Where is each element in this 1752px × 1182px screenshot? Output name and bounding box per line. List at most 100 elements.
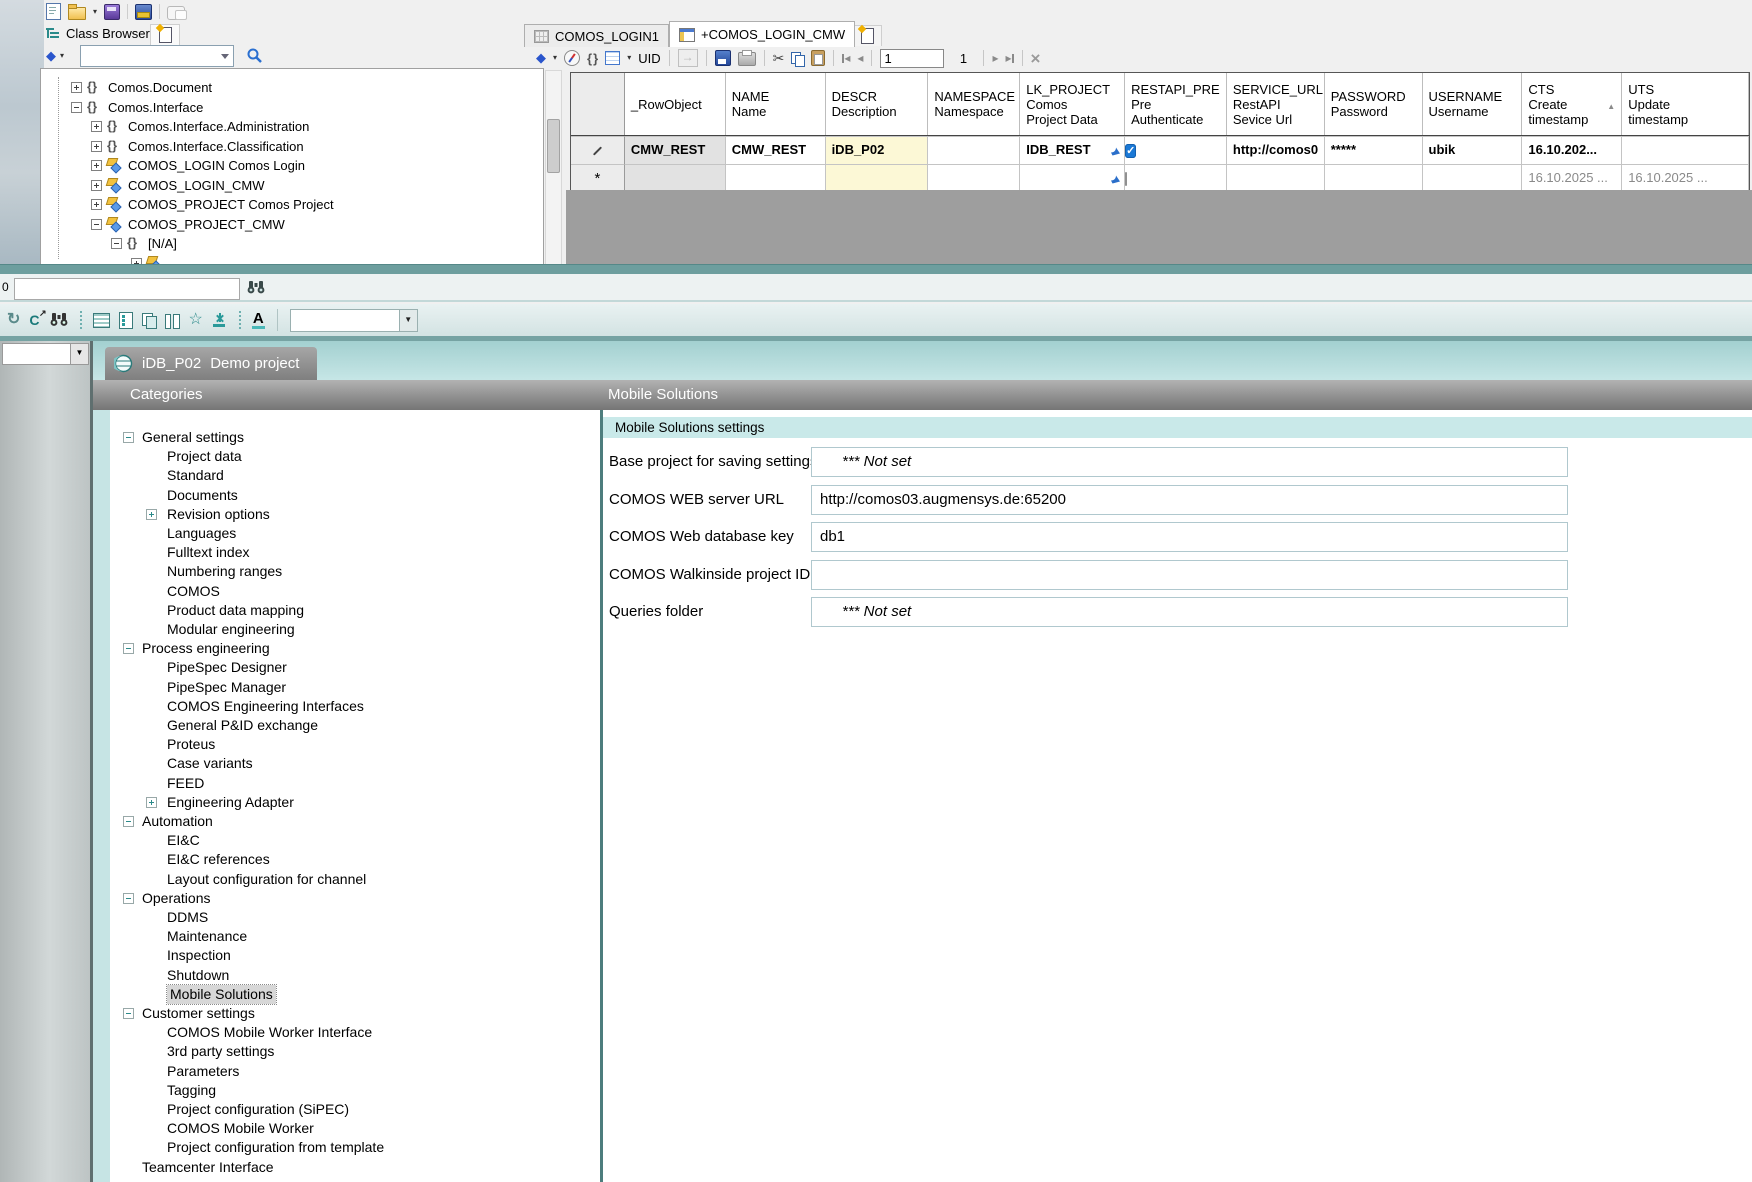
grid-cell[interactable]: ubik (1423, 136, 1523, 164)
query-tab[interactable]: +COMOS_LOGIN_CMW (669, 21, 855, 47)
expand-plus-icon[interactable] (91, 199, 102, 210)
category-item[interactable]: COMOS Mobile Worker Interface (93, 1023, 600, 1042)
collapse-minus-icon[interactable] (91, 219, 102, 230)
grid-cell[interactable] (1020, 164, 1125, 192)
category-item[interactable]: Operations (93, 889, 600, 908)
expand-plus-icon[interactable] (91, 160, 102, 171)
diamond-dropdown-icon[interactable]: ▾ (553, 54, 557, 62)
class-tree-item[interactable]: COMOS_LOGIN Comos Login (41, 157, 543, 175)
category-item[interactable]: Numbering ranges (93, 562, 600, 581)
grid-cell[interactable] (1622, 136, 1749, 164)
class-tree-item[interactable]: {}[N/A] (41, 235, 543, 253)
collapse-minus-icon[interactable] (123, 643, 134, 654)
grid-cell[interactable]: CMW_REST (625, 136, 726, 164)
expand-plus-icon[interactable] (146, 797, 157, 808)
row-position-input[interactable] (880, 49, 944, 68)
category-item[interactable]: FEED (93, 774, 600, 793)
category-item[interactable]: Standard (93, 466, 600, 485)
class-tree-item[interactable]: {}Comos.Interface.Classification (41, 138, 543, 156)
category-item[interactable]: Layout configuration for channel (93, 870, 600, 889)
save-layout-icon[interactable] (135, 4, 152, 20)
category-item[interactable]: Fulltext index (93, 543, 600, 562)
grid-cell[interactable]: 16.10.2025 ... (1622, 164, 1749, 192)
grid-cell[interactable]: IDB_REST (1020, 136, 1125, 164)
flatten-icon[interactable] (212, 313, 228, 327)
category-item[interactable]: Case variants (93, 754, 600, 773)
category-item[interactable]: Languages (93, 524, 600, 543)
category-item[interactable]: Process engineering (93, 639, 600, 658)
grid-column-header[interactable]: NAMESPACENamespace (928, 73, 1020, 135)
settings-field-input[interactable]: *** Not set (811, 447, 1568, 477)
checkbox-checked[interactable]: ✓ (1125, 144, 1136, 158)
category-item[interactable]: Revision options (93, 505, 600, 524)
favorites-star-icon[interactable]: ☆ (189, 312, 203, 328)
paste-icon[interactable] (811, 50, 825, 66)
grid-row[interactable]: CMW_RESTCMW_RESTiDB_P02IDB_REST✓http://c… (571, 136, 1749, 164)
expand-plus-icon[interactable] (146, 509, 157, 520)
grid-row-selector[interactable] (571, 136, 625, 164)
category-item[interactable]: Documents (93, 486, 600, 505)
save-icon[interactable] (715, 50, 731, 66)
grid-cell[interactable]: ***** (1325, 136, 1423, 164)
grid-column-header[interactable]: USERNAMEUsername (1423, 73, 1523, 135)
collapse-minus-icon[interactable] (123, 816, 134, 827)
blue-diamond-icon[interactable]: ◆ (46, 48, 56, 64)
grid-column-header[interactable]: UTSUpdatetimestamp (1622, 73, 1749, 135)
class-filter-combobox[interactable] (80, 45, 234, 67)
cut-icon[interactable]: ✂ (773, 50, 785, 67)
category-item[interactable]: Mobile Solutions (93, 985, 600, 1004)
category-item[interactable]: COMOS Engineering Interfaces (93, 697, 600, 716)
font-icon[interactable]: A (252, 311, 265, 330)
grid-column-header[interactable]: CTSCreatetimestamp▲ (1522, 73, 1622, 135)
category-item[interactable]: PipeSpec Designer (93, 658, 600, 677)
blue-diamond-icon[interactable]: ◆ (536, 50, 546, 66)
category-item[interactable]: Customer settings (93, 1004, 600, 1023)
new-browser-tab[interactable] (150, 24, 180, 45)
magnifier-icon[interactable] (246, 47, 264, 65)
grid-cell[interactable]: http://comos0 (1227, 136, 1325, 164)
new-query-tab[interactable] (852, 25, 882, 46)
grid-cell[interactable] (1227, 164, 1325, 192)
grid-cell[interactable] (625, 164, 726, 192)
category-item[interactable]: Inspection (93, 946, 600, 965)
grid-cell[interactable]: CMW_REST (726, 136, 826, 164)
grid-column-header[interactable]: NAMEName (726, 73, 826, 135)
grid-cell[interactable] (928, 136, 1020, 164)
comments-icon[interactable] (167, 6, 185, 20)
open-folder-icon[interactable] (68, 7, 86, 20)
grid-cell[interactable]: 16.10.202... (1522, 136, 1622, 164)
expand-plus-icon[interactable] (71, 82, 82, 93)
collapse-minus-icon[interactable] (123, 893, 134, 904)
navigator-icon[interactable] (564, 50, 580, 66)
library-icon[interactable] (104, 4, 120, 20)
column-config-icon[interactable] (605, 51, 620, 65)
category-item[interactable]: General P&ID exchange (93, 716, 600, 735)
collapse-minus-icon[interactable] (123, 1008, 134, 1019)
previous-row-icon[interactable]: ◂ (857, 51, 863, 65)
grid-cell[interactable] (928, 164, 1020, 192)
font-combobox[interactable]: ▼ (290, 309, 418, 332)
grid-column-header[interactable]: RESTAPI_PREPreAuthenticate (1125, 73, 1227, 135)
category-item[interactable]: PipeSpec Manager (93, 678, 600, 697)
grid-cell[interactable]: ✓ (1125, 136, 1227, 164)
category-item[interactable]: Maintenance (93, 927, 600, 946)
collapse-minus-icon[interactable] (123, 432, 134, 443)
grid-cell[interactable] (726, 164, 826, 192)
grid-cell[interactable] (1325, 164, 1423, 192)
grid-cell[interactable] (1125, 164, 1227, 192)
category-item[interactable]: EI&C (93, 831, 600, 850)
category-item[interactable]: Automation (93, 812, 600, 831)
category-item[interactable]: EI&C references (93, 850, 600, 869)
grid-cell[interactable] (1423, 164, 1523, 192)
binoculars-icon[interactable] (246, 277, 266, 297)
class-tree-item[interactable]: {}Comos.Document (41, 79, 543, 97)
forward-icon[interactable]: → (678, 49, 698, 67)
category-item[interactable]: Project data (93, 447, 600, 466)
settings-field-input[interactable]: *** Not set (811, 597, 1568, 627)
print-icon[interactable] (738, 52, 756, 66)
grid-cell[interactable]: 16.10.2025 ... (1522, 164, 1622, 192)
class-tree-item[interactable]: COMOS_PROJECT Comos Project (41, 196, 543, 214)
class-tree-item[interactable]: COMOS_PROJECT_CMW (41, 216, 543, 234)
category-item[interactable]: Product data mapping (93, 601, 600, 620)
category-item[interactable]: Project configuration (SiPEC) (93, 1100, 600, 1119)
